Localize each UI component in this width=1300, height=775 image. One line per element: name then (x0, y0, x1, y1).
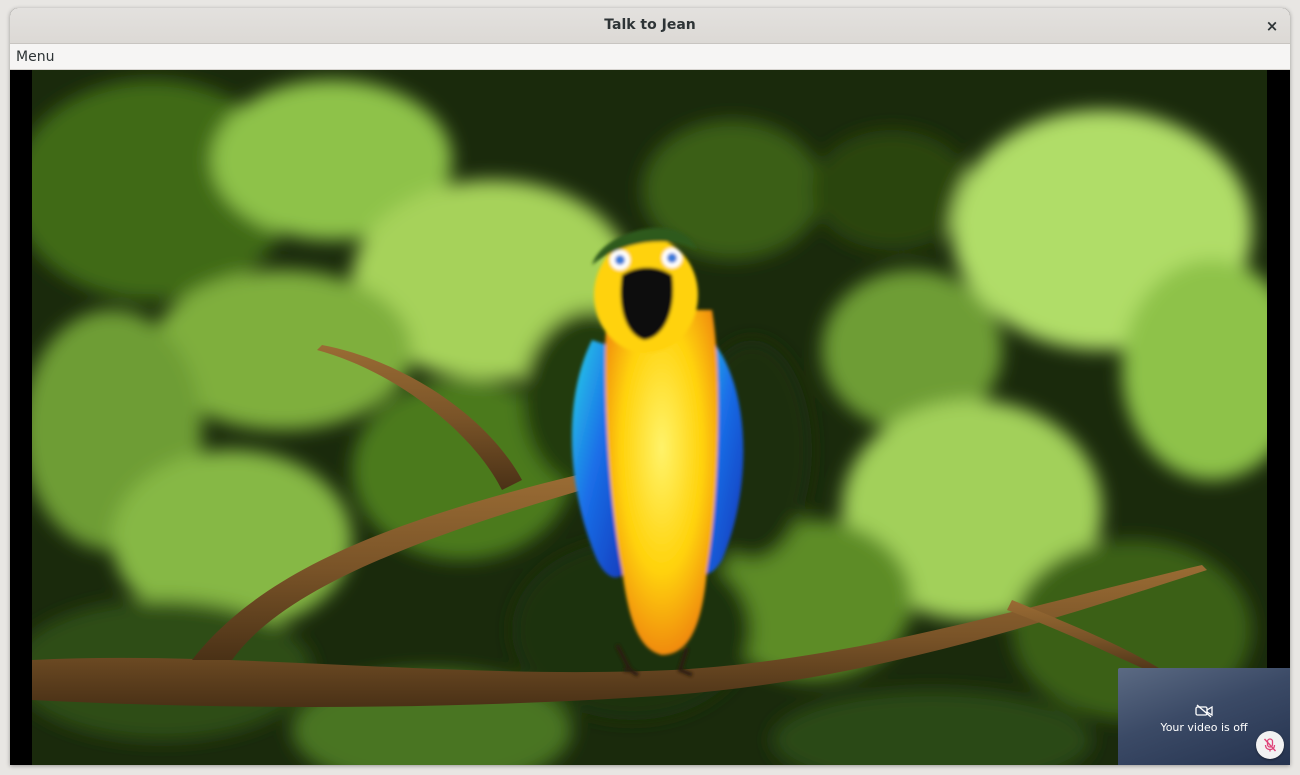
title-bar: Talk to Jean × (10, 8, 1290, 44)
window-title: Talk to Jean (604, 17, 696, 33)
video-off-icon (1195, 704, 1213, 718)
mute-microphone-button[interactable] (1256, 731, 1284, 759)
video-area: Your video is off (10, 70, 1290, 765)
call-window: Talk to Jean × Menu Your video is off (10, 8, 1290, 765)
mic-muted-icon (1263, 738, 1277, 752)
menu-bar: Menu (10, 44, 1290, 70)
menu-button[interactable]: Menu (16, 49, 54, 65)
self-view-preview: Your video is off (1118, 668, 1290, 765)
close-button[interactable]: × (1260, 14, 1284, 38)
remote-video (32, 70, 1267, 765)
